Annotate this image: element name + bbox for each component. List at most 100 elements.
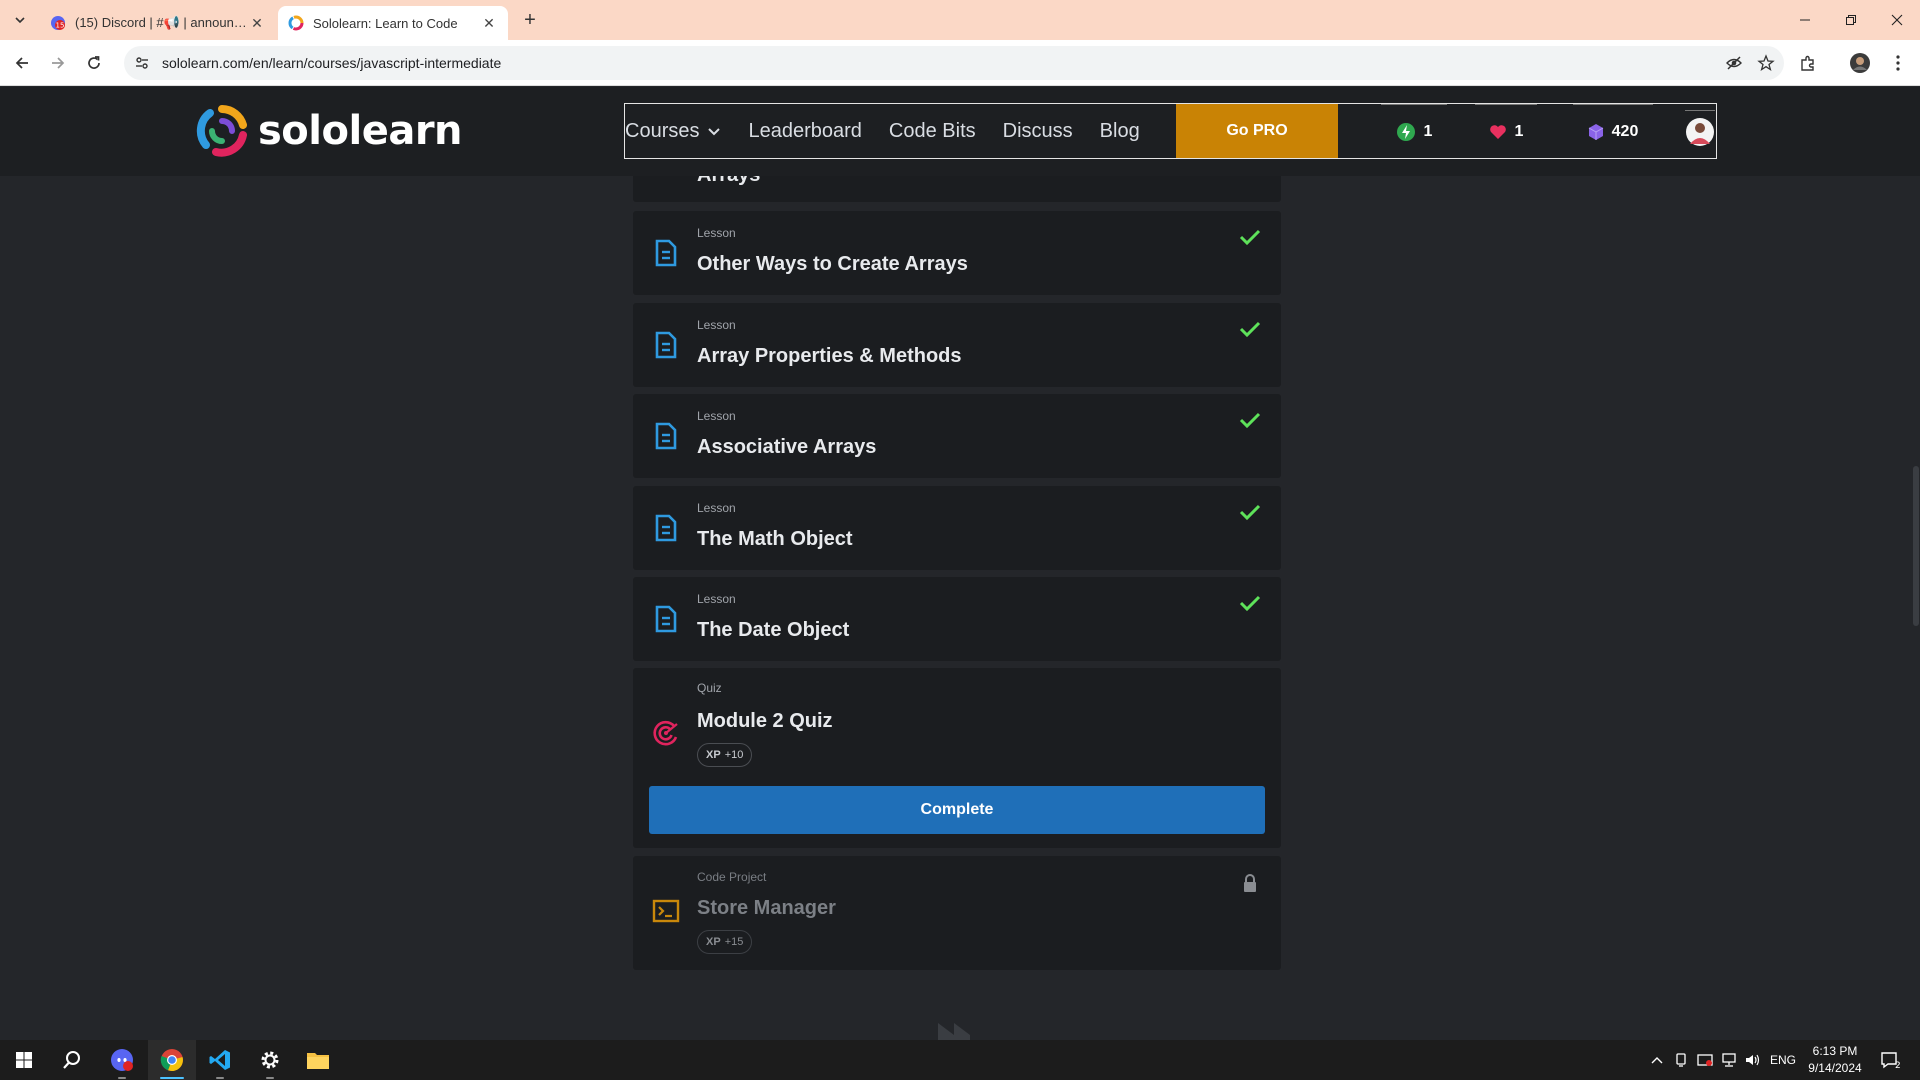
xp-value: +10 <box>724 749 744 761</box>
windows-start-icon[interactable] <box>0 1040 48 1080</box>
browser-toolbar: sololearn.com/en/learn/courses/javascrip… <box>0 40 1920 86</box>
tab-discord[interactable]: 15 (15) Discord | #📢 | announcem ✕ <box>40 6 276 40</box>
meet-now-icon[interactable] <box>1670 1040 1692 1080</box>
go-pro-button[interactable]: Go PRO <box>1176 104 1338 158</box>
close-tab-icon[interactable]: ✕ <box>248 14 266 32</box>
quiz-card[interactable]: Quiz Module 2 Quiz XP +10 Complete <box>633 668 1281 848</box>
tab-title: (15) Discord | #📢 | announcem <box>75 15 248 30</box>
sololearn-logo-icon <box>196 105 247 157</box>
page-scrollbar[interactable] <box>1912 176 1920 1040</box>
chevron-down-icon <box>707 120 721 143</box>
reload-icon[interactable] <box>82 51 106 75</box>
minimize-icon[interactable] <box>1782 0 1828 40</box>
next-module-icon <box>936 1017 980 1040</box>
extensions-icon[interactable] <box>1796 51 1820 75</box>
windows-taskbar: ENG 6:13 PM 9/14/2024 2 <box>0 1040 1920 1080</box>
scrollbar-thumb[interactable] <box>1913 466 1919 626</box>
item-type-label: Lesson <box>697 592 736 606</box>
discord-taskbar-icon[interactable] <box>98 1040 146 1080</box>
close-window-icon[interactable] <box>1874 0 1920 40</box>
discord-favicon-icon: 15 <box>50 15 66 31</box>
hearts-counter[interactable]: 1 <box>1475 104 1537 158</box>
back-arrow-icon[interactable] <box>10 51 34 75</box>
chrome-taskbar-icon[interactable] <box>148 1040 196 1080</box>
item-type-label: Lesson <box>697 409 736 423</box>
lesson-title: Other Ways to Create Arrays <box>697 253 968 275</box>
url-text: sololearn.com/en/learn/courses/javascrip… <box>162 55 502 71</box>
nav-code-bits[interactable]: Code Bits <box>889 120 976 143</box>
tab-search-icon[interactable] <box>8 8 32 32</box>
network-icon[interactable] <box>1718 1040 1740 1080</box>
svg-text:15: 15 <box>56 22 65 30</box>
address-bar[interactable]: sololearn.com/en/learn/courses/javascrip… <box>124 46 1784 80</box>
restore-icon[interactable] <box>1828 0 1874 40</box>
lesson-card[interactable]: Lesson The Date Object <box>633 577 1281 661</box>
clock[interactable]: 6:13 PM 9/14/2024 <box>1800 1043 1870 1077</box>
streak-counter[interactable]: 1 <box>1381 104 1447 158</box>
tab-title: Sololearn: Learn to Code <box>313 15 458 31</box>
nav-courses-label: Courses <box>625 119 700 142</box>
site-header: sololearn Courses Leaderboard Code Bits … <box>0 87 1920 176</box>
lesson-card[interactable]: Lesson The Math Object <box>633 486 1281 570</box>
security-shield-icon[interactable] <box>1694 1040 1716 1080</box>
browser-tab-bar: 15 (15) Discord | #📢 | announcem ✕ Solol… <box>0 0 1920 40</box>
lesson-card[interactable]: Lesson Other Ways to Create Arrays <box>633 211 1281 295</box>
lesson-title: The Math Object <box>697 528 853 550</box>
tab-sololearn[interactable]: Sololearn: Learn to Code ✕ <box>278 6 508 40</box>
terminal-icon <box>651 896 681 926</box>
completed-check-icon <box>1237 499 1263 525</box>
profile-avatar-icon[interactable] <box>1848 51 1872 75</box>
new-tab-button[interactable]: + <box>518 8 542 32</box>
nav-courses[interactable]: Courses <box>625 120 721 143</box>
gems-counter[interactable]: 420 <box>1573 104 1653 158</box>
nav-leaderboard[interactable]: Leaderboard <box>748 120 861 143</box>
vscode-taskbar-icon[interactable] <box>196 1040 244 1080</box>
sololearn-favicon-icon <box>288 15 304 31</box>
settings-gear-icon[interactable] <box>246 1040 294 1080</box>
lesson-card[interactable]: Lesson Array Properties & Methods <box>633 303 1281 387</box>
clock-date: 9/14/2024 <box>1808 1061 1862 1075</box>
xp-label: XP <box>706 936 721 948</box>
completed-check-icon <box>1237 590 1263 616</box>
complete-button[interactable]: Complete <box>649 786 1265 834</box>
item-type-label: Lesson <box>697 501 736 515</box>
lesson-document-icon <box>651 238 681 268</box>
page-viewport: Arrays Lesson Other Ways to Create Array… <box>0 87 1920 1040</box>
gem-cube-icon <box>1588 123 1604 141</box>
eye-slash-icon[interactable] <box>1720 49 1748 77</box>
language-indicator[interactable]: ENG <box>1766 1040 1800 1080</box>
item-type-label: Quiz <box>697 681 722 695</box>
project-title: Store Manager <box>697 897 836 919</box>
code-project-card[interactable]: Code Project Store Manager XP +15 <box>633 856 1281 970</box>
lesson-title: Array Properties & Methods <box>697 345 962 367</box>
lesson-document-icon <box>651 604 681 634</box>
item-type-label: Lesson <box>697 226 736 240</box>
completed-check-icon <box>1237 316 1263 342</box>
main-nav: Courses Leaderboard Code Bits Discuss Bl… <box>624 103 1717 159</box>
user-avatar[interactable] <box>1685 110 1715 152</box>
completed-check-icon <box>1237 407 1263 433</box>
lightning-bolt-icon <box>1396 122 1416 142</box>
forward-arrow-icon[interactable] <box>46 51 70 75</box>
search-icon[interactable] <box>48 1040 96 1080</box>
xp-badge: XP +10 <box>697 743 753 767</box>
item-type-label: Code Project <box>697 870 767 884</box>
lock-icon <box>1237 870 1263 896</box>
close-tab-icon[interactable]: ✕ <box>480 14 498 32</box>
bookmark-star-icon[interactable] <box>1752 49 1780 77</box>
lesson-card[interactable]: Lesson Associative Arrays <box>633 394 1281 478</box>
item-type-label: Lesson <box>697 318 736 332</box>
show-hidden-icons-icon[interactable] <box>1646 1040 1668 1080</box>
avatar-image-icon <box>1686 117 1714 146</box>
streak-count: 1 <box>1423 122 1433 140</box>
nav-discuss[interactable]: Discuss <box>1003 120 1073 143</box>
volume-icon[interactable] <box>1742 1040 1764 1080</box>
lesson-title: The Date Object <box>697 619 850 641</box>
notification-center-icon[interactable]: 2 <box>1876 1040 1904 1080</box>
file-explorer-icon[interactable] <box>294 1040 342 1080</box>
more-menu-icon[interactable] <box>1886 51 1910 75</box>
site-settings-icon[interactable] <box>132 53 152 73</box>
nav-blog[interactable]: Blog <box>1100 120 1140 143</box>
sololearn-logo[interactable]: sololearn <box>196 105 463 157</box>
clock-time: 6:13 PM <box>1812 1044 1858 1058</box>
